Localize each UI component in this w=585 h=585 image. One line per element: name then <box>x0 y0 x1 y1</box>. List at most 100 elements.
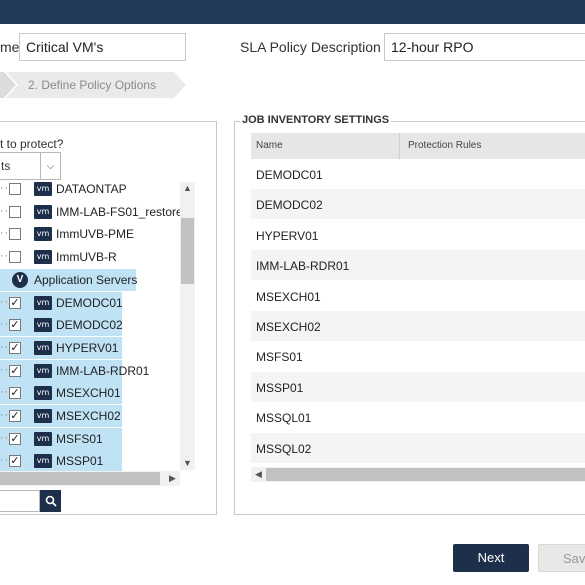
inventory-row-name: MSEXCH02 <box>256 320 321 334</box>
inventory-horizontal-scrollbar[interactable]: ◀ <box>251 467 585 482</box>
inventory-row[interactable]: MSFS01 <box>251 341 585 371</box>
tree-connector: ·· <box>0 386 10 399</box>
tree-item[interactable]: ·· ✓ vm DEMODC02 <box>0 314 180 337</box>
scroll-down-icon[interactable]: ▼ <box>180 457 195 470</box>
tree-item-checkbox[interactable]: ✓ <box>9 364 21 377</box>
tree-connector: ·· <box>0 250 10 263</box>
tree-item-label: ImmUVB-PME <box>56 227 134 242</box>
vm-icon: vm <box>34 454 52 469</box>
inventory-row[interactable]: HYPERV01 <box>251 220 585 250</box>
vm-icon: vm <box>34 295 52 310</box>
inventory-row[interactable]: MSEXCH02 <box>251 311 585 341</box>
tree-connector: ·· <box>0 227 10 240</box>
tree-item-label: MSSP01 <box>56 454 104 469</box>
vm-icon: vm <box>34 386 52 401</box>
inventory-row-name: MSSQL02 <box>256 441 312 456</box>
view-dropdown-value: ts <box>1 159 11 173</box>
vm-icon: vm <box>34 182 52 196</box>
search-icon <box>45 495 57 507</box>
search-button[interactable] <box>40 490 61 512</box>
tree-item-label: DEMODC02 <box>56 318 123 333</box>
column-header-name[interactable]: Name <box>256 140 283 151</box>
inventory-row[interactable]: MSSP01 <box>251 371 585 402</box>
inventory-row-name: MSEXCH01 <box>256 289 321 304</box>
vm-icon: vm <box>34 431 52 446</box>
vm-icon: vm <box>34 250 52 265</box>
tree-item-checkbox[interactable] <box>9 228 21 241</box>
inventory-row[interactable]: DEMODC01 <box>251 159 585 189</box>
inventory-row[interactable]: MSSQL01 <box>251 402 585 432</box>
tree-item[interactable]: ·· ✓ vm DEMODC01 <box>0 291 180 314</box>
inventory-row-name: MSSP01 <box>256 380 304 395</box>
search-input[interactable] <box>0 490 40 512</box>
tree-connector: ·· <box>0 409 10 421</box>
tree-item[interactable]: ·· ✓ vm HYPERV01 <box>0 336 180 359</box>
tree-item-label: ImmUVB-R <box>56 250 117 265</box>
tree-item-label: MSEXCH01 <box>56 386 121 401</box>
description-label: SLA Policy Description <box>240 39 381 55</box>
app-header-bar <box>0 0 585 24</box>
save-button[interactable]: Save <box>538 544 585 572</box>
tree-item-checkbox[interactable] <box>9 183 21 195</box>
chevron-down-icon[interactable]: ⌵ <box>40 153 60 179</box>
tree-item-checkbox[interactable]: ✓ <box>9 296 21 309</box>
vm-icon: vm <box>34 227 52 242</box>
tree-connector: ·· <box>0 431 10 444</box>
protect-question-label: t to protect? <box>0 137 64 151</box>
tree-item-label: DEMODC01 <box>56 295 123 310</box>
tree-item[interactable]: ·· ✓ vm MSEXCH02 <box>0 405 180 427</box>
tree-connector: ·· <box>0 182 10 194</box>
tree-item-checkbox[interactable]: ✓ <box>9 455 21 468</box>
tree-item[interactable]: ·· vm IMM-LAB-FS01_restore <box>0 201 180 223</box>
tree-connector: ·· <box>0 454 10 467</box>
policy-name-input[interactable]: Critical VM's <box>19 33 186 61</box>
tree-item-checkbox[interactable]: ✓ <box>9 432 21 445</box>
inventory-row-name: DEMODC02 <box>256 198 323 213</box>
scroll-up-icon[interactable]: ▲ <box>180 182 195 195</box>
vcenter-group-icon: V <box>12 271 28 288</box>
tree-item[interactable]: ·· ✓ vm MSFS01 <box>0 427 180 450</box>
tree-item-label: HYPERV01 <box>56 340 119 355</box>
tree-item[interactable]: ·· vm ImmUVB-R <box>0 246 180 268</box>
vm-icon: vm <box>34 204 52 219</box>
tree-item-checkbox[interactable] <box>9 251 21 264</box>
inventory-row-name: MSFS01 <box>256 350 303 365</box>
view-dropdown[interactable]: ts ⌵ <box>0 152 61 180</box>
wizard-step-2[interactable]: 2. Define Policy Options <box>6 72 186 98</box>
tree-item[interactable]: ·· vm DATAONTAP <box>0 178 180 200</box>
inventory-row[interactable]: DEMODC02 <box>251 189 585 220</box>
tree-vertical-scrollbar[interactable]: ▲ ▼ <box>180 182 195 470</box>
tree-connector: ·· <box>0 295 10 308</box>
tree-item-label: MSEXCH02 <box>56 409 121 423</box>
next-button[interactable]: Next <box>453 544 529 572</box>
inventory-hscroll-thumb[interactable] <box>266 468 585 481</box>
tree-item-label: Application Servers <box>34 272 138 287</box>
column-divider <box>399 133 400 159</box>
tree-item-checkbox[interactable]: ✓ <box>9 341 21 354</box>
description-input[interactable]: 12-hour RPO <box>384 33 585 61</box>
tree-item-label: IMM-LAB-FS01_restore <box>56 204 180 219</box>
inventory-row-name: HYPERV01 <box>256 228 319 243</box>
scroll-right-icon[interactable]: ▶ <box>165 472 180 485</box>
tree-item-checkbox[interactable]: ✓ <box>9 387 21 400</box>
column-header-protection-rules[interactable]: Protection Rules <box>408 140 481 151</box>
tree-connector: ·· <box>0 363 10 376</box>
scroll-left-icon[interactable]: ◀ <box>251 468 266 481</box>
vm-icon: vm <box>34 340 52 355</box>
tree-horizontal-scrollbar[interactable]: ▶ <box>0 471 180 486</box>
inventory-row-name: DEMODC01 <box>256 168 323 182</box>
tree-item-checkbox[interactable]: ✓ <box>9 410 21 422</box>
tree-item[interactable]: ·· ✓ vm MSEXCH01 <box>0 382 180 405</box>
tree-connector: ·· <box>0 204 10 217</box>
tree-item-checkbox[interactable] <box>9 205 21 218</box>
tree-hscroll-thumb[interactable] <box>0 472 160 485</box>
tree-item[interactable]: ·· ✓ vm MSSP01 <box>0 450 180 472</box>
tree-item[interactable]: V Application Servers <box>0 268 180 291</box>
tree-item[interactable]: ·· ✓ vm IMM-LAB-RDR01 <box>0 359 180 382</box>
tree-item[interactable]: ·· vm ImmUVB-PME <box>0 223 180 245</box>
inventory-row[interactable]: MSEXCH01 <box>251 281 585 311</box>
tree-scroll-thumb[interactable] <box>181 218 194 284</box>
inventory-row[interactable]: MSSQL02 <box>251 432 585 463</box>
tree-item-checkbox[interactable]: ✓ <box>9 319 21 332</box>
inventory-row[interactable]: IMM-LAB-RDR01 <box>251 250 585 281</box>
